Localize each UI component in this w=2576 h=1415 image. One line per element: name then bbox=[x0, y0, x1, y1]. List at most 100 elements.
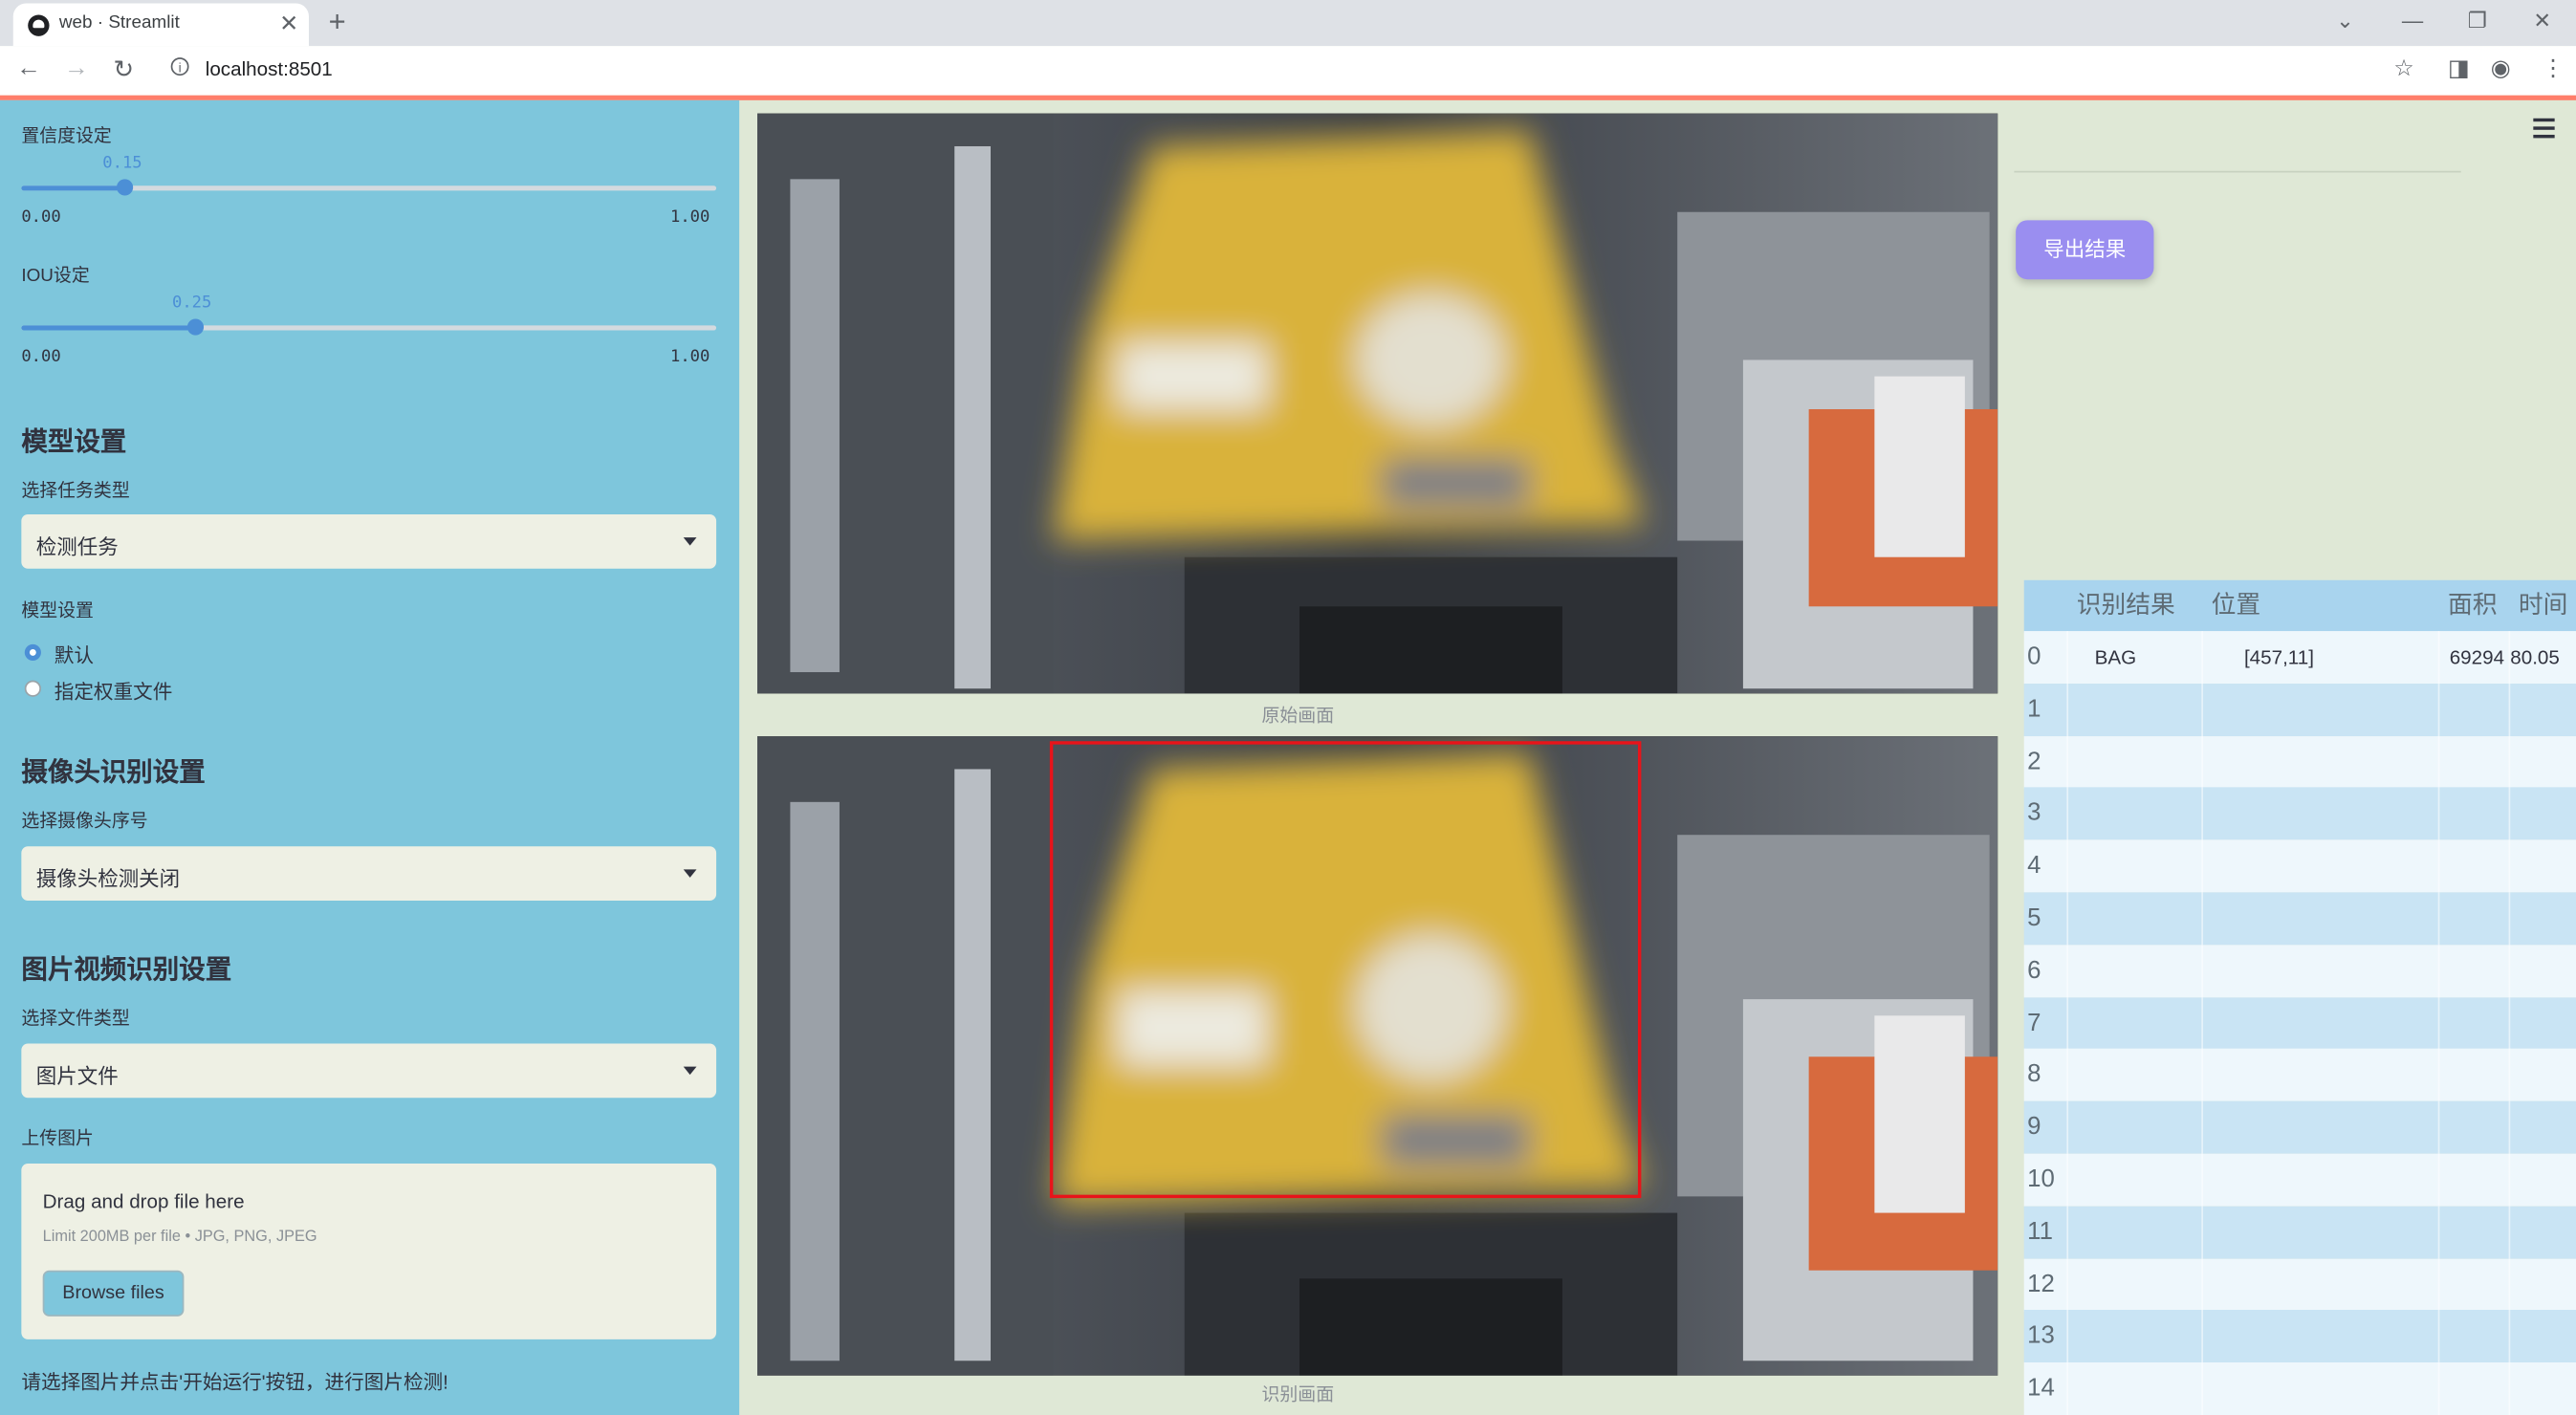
column-divider bbox=[2508, 1153, 2511, 1207]
tab-search-icon[interactable]: ⌄ bbox=[2336, 9, 2354, 35]
column-divider bbox=[2437, 945, 2440, 998]
row-index: 1 bbox=[2027, 694, 2041, 723]
column-divider bbox=[2508, 1206, 2511, 1259]
table-row[interactable]: 14 bbox=[2023, 1362, 2576, 1415]
column-divider bbox=[2066, 1362, 2069, 1415]
column-divider bbox=[2201, 1101, 2203, 1155]
hamburger-menu-icon[interactable] bbox=[2533, 118, 2555, 143]
radio-custom-weights-label[interactable]: 指定权重文件 bbox=[55, 677, 173, 705]
cell-time: 80.05 bbox=[2510, 645, 2560, 669]
table-row[interactable]: 1 bbox=[2023, 683, 2576, 736]
browse-files-button[interactable]: Browse files bbox=[42, 1270, 185, 1317]
column-divider bbox=[2066, 839, 2069, 893]
camera-index-label: 选择摄像头序号 bbox=[21, 812, 148, 832]
column-divider bbox=[2437, 1049, 2440, 1102]
task-type-select[interactable]: 检测任务 bbox=[21, 514, 717, 569]
iou-slider-max: 1.00 bbox=[669, 348, 710, 367]
table-row[interactable]: 2 bbox=[2023, 735, 2576, 789]
column-divider bbox=[2437, 735, 2440, 789]
site-info-icon[interactable]: i bbox=[170, 57, 189, 76]
detected-image bbox=[757, 736, 1998, 1376]
row-index: 11 bbox=[2027, 1217, 2053, 1246]
column-divider bbox=[2201, 892, 2203, 946]
column-divider bbox=[2066, 892, 2069, 946]
table-row[interactable]: 3 bbox=[2023, 788, 2576, 841]
column-divider bbox=[2508, 683, 2511, 736]
reload-icon[interactable]: ↻ bbox=[114, 54, 135, 83]
camera-index-select[interactable]: 摄像头检测关闭 bbox=[21, 846, 717, 901]
table-row[interactable]: 6 bbox=[2023, 945, 2576, 998]
table-row[interactable]: 11 bbox=[2023, 1206, 2576, 1259]
header-time: 时间 bbox=[2518, 591, 2568, 620]
column-divider bbox=[2201, 996, 2203, 1050]
column-divider bbox=[2508, 1310, 2511, 1363]
table-row[interactable]: 0 BAG [457,11] 69294 80.05 bbox=[2023, 631, 2576, 685]
forward-arrow-icon[interactable]: → bbox=[64, 54, 89, 82]
column-divider bbox=[2201, 1310, 2203, 1363]
close-window-icon[interactable]: ✕ bbox=[2533, 9, 2551, 35]
row-index: 10 bbox=[2027, 1165, 2055, 1193]
task-type-value: 检测任务 bbox=[35, 535, 119, 559]
minimize-icon[interactable]: — bbox=[2402, 9, 2423, 33]
iou-slider-track[interactable] bbox=[21, 325, 717, 331]
column-divider bbox=[2066, 788, 2069, 841]
column-divider bbox=[2437, 631, 2440, 685]
file-uploader-dropzone[interactable]: Drag and drop file here Limit 200MB per … bbox=[21, 1164, 717, 1339]
bookmark-star-icon[interactable]: ☆ bbox=[2393, 54, 2414, 82]
column-divider bbox=[2508, 892, 2511, 946]
chevron-down-icon bbox=[683, 869, 697, 878]
table-row[interactable]: 12 bbox=[2023, 1258, 2576, 1312]
table-row[interactable]: 10 bbox=[2023, 1153, 2576, 1207]
profile-avatar-icon[interactable]: ◉ bbox=[2491, 54, 2511, 82]
column-divider bbox=[2066, 945, 2069, 998]
column-divider bbox=[2066, 1049, 2069, 1102]
column-divider bbox=[2201, 735, 2203, 789]
table-row[interactable]: 5 bbox=[2023, 892, 2576, 946]
column-divider bbox=[2437, 1153, 2440, 1207]
radio-custom-weights[interactable] bbox=[24, 680, 41, 697]
file-type-label: 选择文件类型 bbox=[21, 1009, 130, 1030]
iou-slider-min: 0.00 bbox=[21, 348, 61, 367]
browser-tab[interactable]: web · Streamlit ✕ bbox=[12, 3, 310, 47]
table-row[interactable]: 4 bbox=[2023, 839, 2576, 893]
table-row[interactable]: 9 bbox=[2023, 1101, 2576, 1155]
column-divider bbox=[2066, 683, 2069, 736]
column-divider bbox=[2066, 735, 2069, 789]
column-divider bbox=[2508, 839, 2511, 893]
table-row[interactable]: 7 bbox=[2023, 996, 2576, 1050]
dropzone-limit: Limit 200MB per file • JPG, PNG, JPEG bbox=[42, 1228, 317, 1246]
side-panel-icon[interactable]: ◨ bbox=[2448, 54, 2470, 82]
camera-index-value: 摄像头检测关闭 bbox=[35, 867, 181, 891]
table-row[interactable]: 13 bbox=[2023, 1310, 2576, 1363]
upload-label: 上传图片 bbox=[21, 1128, 94, 1149]
tab-close-icon[interactable]: ✕ bbox=[279, 10, 298, 37]
column-divider bbox=[2437, 996, 2440, 1050]
iou-slider-value: 0.25 bbox=[171, 294, 212, 313]
column-divider bbox=[2201, 788, 2203, 841]
header-area: 面积 bbox=[2447, 591, 2498, 620]
restore-icon[interactable]: ❐ bbox=[2468, 9, 2487, 35]
column-divider bbox=[2201, 1153, 2203, 1207]
column-divider bbox=[2066, 1258, 2069, 1312]
file-type-select[interactable]: 图片文件 bbox=[21, 1043, 717, 1099]
divider bbox=[2014, 170, 2461, 173]
row-index: 7 bbox=[2027, 1008, 2041, 1036]
row-index: 12 bbox=[2027, 1270, 2055, 1298]
browser-menu-icon[interactable]: ⋮ bbox=[2542, 54, 2565, 82]
row-index: 5 bbox=[2027, 903, 2041, 932]
column-divider bbox=[2437, 1310, 2440, 1363]
column-divider bbox=[2437, 839, 2440, 893]
conf-slider-thumb[interactable] bbox=[117, 179, 134, 196]
address-bar[interactable]: localhost:8501 bbox=[206, 57, 333, 80]
iou-slider-thumb[interactable] bbox=[186, 318, 204, 336]
header-position: 位置 bbox=[2211, 591, 2261, 620]
export-results-button[interactable]: 导出结果 bbox=[2016, 220, 2154, 280]
column-divider bbox=[2066, 1153, 2069, 1207]
radio-default[interactable] bbox=[24, 643, 41, 662]
new-tab-icon[interactable]: + bbox=[329, 5, 346, 39]
table-row[interactable]: 8 bbox=[2023, 1049, 2576, 1102]
back-arrow-icon[interactable]: ← bbox=[16, 54, 41, 82]
column-divider bbox=[2201, 839, 2203, 893]
dropzone-text: Drag and drop file here bbox=[42, 1189, 245, 1213]
radio-default-label[interactable]: 默认 bbox=[55, 641, 94, 668]
